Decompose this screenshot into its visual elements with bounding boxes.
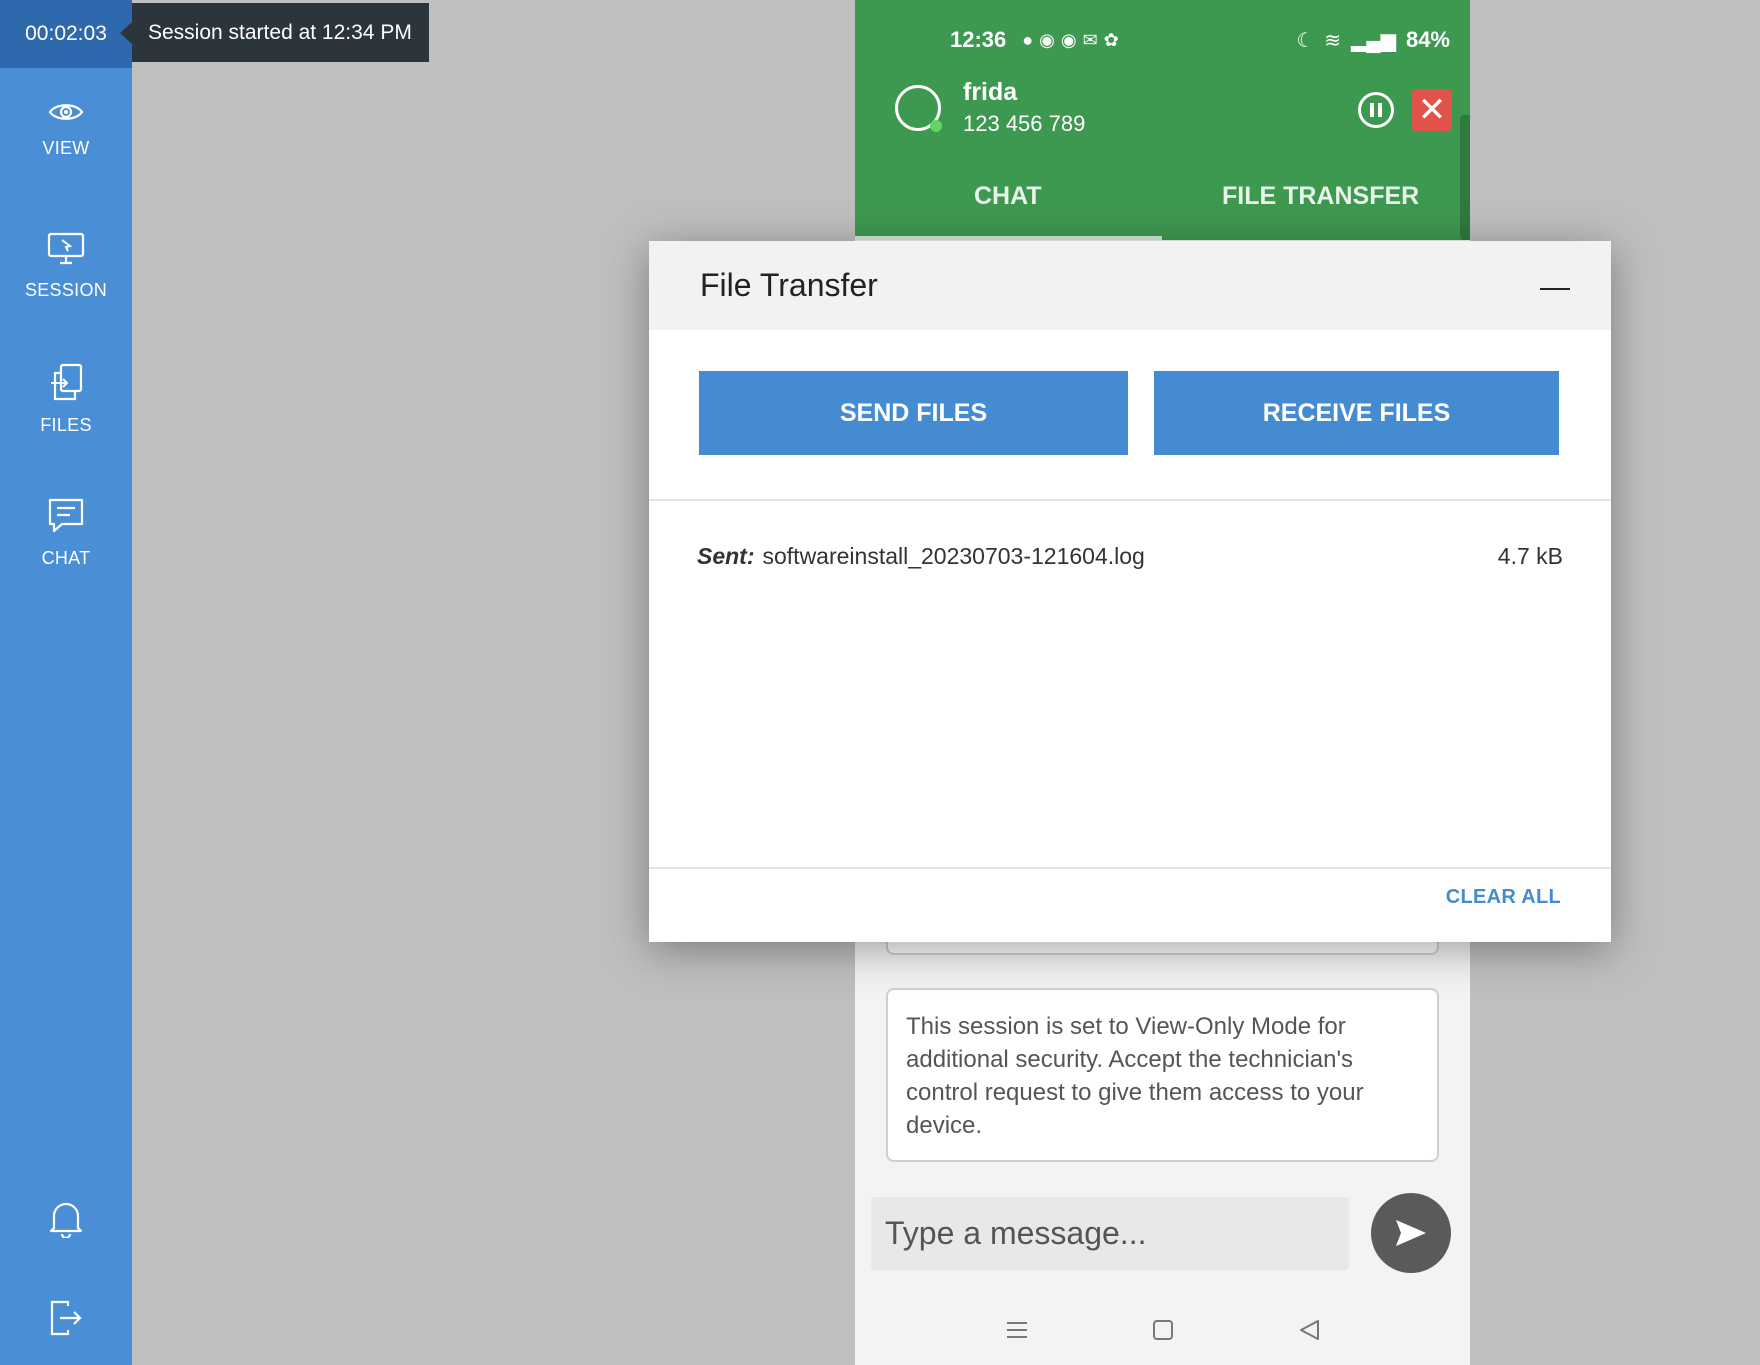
file-transfer-modal: File Transfer SEND FILES RECEIVE FILES S…: [649, 241, 1611, 942]
sidebar-item-files[interactable]: FILES: [0, 363, 132, 436]
recent-apps-button[interactable]: [992, 1310, 1042, 1350]
modal-header: File Transfer: [649, 241, 1611, 330]
agent-avatar-icon: [895, 84, 942, 132]
chat-icon: [48, 498, 84, 533]
sidebar-item-chat[interactable]: CHAT: [0, 498, 132, 569]
receive-files-button[interactable]: RECEIVE FILES: [1154, 371, 1559, 455]
agent-info: frida 123 456 789: [895, 78, 1085, 137]
wifi-icon: ≋: [1324, 29, 1342, 52]
files-icon: [51, 363, 83, 401]
agent-name: frida: [963, 78, 1018, 106]
menu-icon: [1006, 1322, 1027, 1338]
status-bar: 12:36 ●◉◉✉✿ ☾ ≋ ▂▄▆ 84%: [950, 24, 1450, 56]
bell-icon: [49, 1202, 83, 1238]
clear-all-button[interactable]: CLEAR ALL: [1446, 886, 1561, 909]
back-button[interactable]: [1284, 1310, 1334, 1350]
phone-header: 12:36 ●◉◉✉✿ ☾ ≋ ▂▄▆ 84% frida 123 456 78…: [855, 0, 1470, 240]
signal-icon: ▂▄▆: [1351, 29, 1396, 52]
file-status: Sent:: [697, 543, 755, 569]
agent-phone: 123 456 789: [963, 111, 1086, 136]
eye-icon: [48, 104, 84, 120]
back-triangle-icon: [1299, 1320, 1319, 1340]
moon-icon: ☾: [1296, 29, 1315, 52]
active-tab-indicator: [855, 236, 1162, 240]
file-size: 4.7 kB: [1497, 543, 1563, 569]
pause-icon: [1370, 103, 1374, 117]
tab-file-transfer[interactable]: FILE TRANSFER: [1222, 182, 1419, 211]
sidebar-item-view[interactable]: VIEW: [0, 100, 132, 159]
android-nav-bar: [855, 1305, 1470, 1355]
send-message-button[interactable]: [1371, 1193, 1451, 1273]
transfer-actions: SEND FILES RECEIVE FILES: [699, 371, 1559, 455]
sidebar-item-label: SESSION: [24, 280, 108, 300]
home-button[interactable]: [1138, 1310, 1188, 1350]
view-only-notice: This session is set to View-Only Mode fo…: [886, 988, 1439, 1162]
pause-button[interactable]: [1358, 92, 1394, 128]
notification-icons: ●◉◉✉✿: [1022, 29, 1125, 50]
send-icon: [1396, 1220, 1426, 1246]
sidebar-item-label: CHAT: [41, 548, 91, 568]
send-files-button[interactable]: SEND FILES: [699, 371, 1128, 455]
modal-title: File Transfer: [700, 267, 878, 303]
file-name: softwareinstall_20230703-121604.log: [762, 543, 1145, 569]
sidebar-item-label: VIEW: [42, 138, 90, 158]
close-icon: ✕: [1417, 91, 1447, 129]
logout-icon: [50, 1300, 82, 1336]
minimize-icon: [1540, 288, 1570, 290]
file-list-item: Sent: softwareinstall_20230703-121604.lo…: [697, 543, 1563, 570]
tab-chat[interactable]: CHAT: [974, 182, 1042, 211]
notifications-button[interactable]: [0, 1200, 132, 1238]
end-session-button[interactable]: ✕: [1412, 89, 1452, 131]
message-input[interactable]: [871, 1197, 1349, 1270]
battery-level: 84%: [1405, 27, 1450, 52]
monitor-icon: [47, 232, 85, 265]
session-timer: 00:02:03: [0, 0, 132, 68]
logout-button[interactable]: [0, 1300, 132, 1336]
sidebar-item-label: FILES: [40, 415, 92, 435]
minimize-button[interactable]: [1535, 269, 1575, 309]
divider: [649, 867, 1611, 869]
status-time: 12:36: [950, 27, 1007, 52]
square-icon: [1152, 1320, 1173, 1340]
session-tooltip: Session started at 12:34 PM: [120, 3, 429, 62]
phone-scrollbar[interactable]: [1460, 115, 1470, 240]
sidebar-item-session[interactable]: SESSION: [0, 232, 132, 301]
sidebar: 00:02:03 VIEW SESSION FILES CHAT: [0, 0, 132, 1365]
divider: [649, 499, 1611, 501]
